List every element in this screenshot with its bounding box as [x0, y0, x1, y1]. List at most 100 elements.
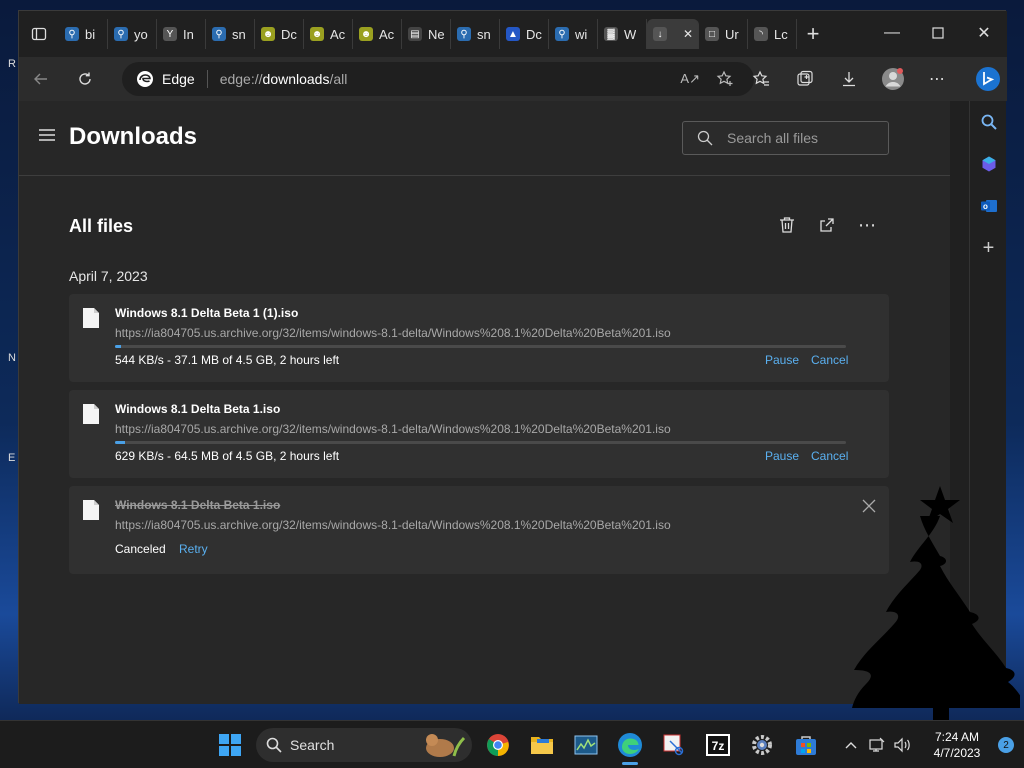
omnibox-actions: A↗: [680, 62, 734, 96]
browser-tab[interactable]: ☻ Ac: [353, 19, 402, 49]
hamburger-icon: [39, 129, 55, 141]
sidebar-outlook-button[interactable]: o: [970, 185, 1007, 227]
tab-actions-icon: [31, 27, 47, 41]
browser-tab[interactable]: ▲ Dc: [500, 19, 549, 49]
tab-label: Ac: [379, 26, 395, 42]
search-icon: [697, 130, 713, 146]
start-button[interactable]: [208, 723, 252, 767]
read-aloud-icon[interactable]: A↗: [680, 71, 700, 87]
menu-button[interactable]: [39, 128, 55, 147]
minimize-button[interactable]: —: [869, 11, 915, 55]
add-favorite-icon[interactable]: [716, 70, 734, 88]
monitor-app[interactable]: [564, 723, 608, 767]
new-tab-button[interactable]: +: [797, 19, 829, 49]
network-button[interactable]: [864, 721, 890, 768]
download-status: 544 KB/s - 37.1 MB of 4.5 GB, 2 hours le…: [115, 353, 340, 367]
snapchat-icon: ☻: [310, 27, 324, 41]
refresh-button[interactable]: [63, 57, 107, 101]
page-title: Downloads: [69, 123, 198, 150]
sidebar-tools-button[interactable]: [970, 143, 1007, 185]
tabs-list: ⚲bi⚲yoYIn⚲sn☻Dc☻Ac☻Ac▤Ne⚲sn▲Dc⚲wi▓W↓Nc✕□…: [59, 16, 797, 52]
sidebar-search-button[interactable]: [970, 101, 1007, 143]
download-item[interactable]: Windows 8.1 Delta Beta 1.iso https://ia8…: [69, 486, 889, 574]
browser-tab[interactable]: ↓Nc✕: [647, 19, 699, 49]
yahoo-icon: Y: [163, 27, 177, 41]
browser-tab[interactable]: ⚲ yo: [108, 19, 157, 49]
file-icon: [83, 308, 99, 328]
show-hidden-icons-button[interactable]: [838, 721, 864, 768]
site-label: Edge: [162, 71, 195, 87]
7zip-app[interactable]: 7z: [696, 723, 740, 767]
desktop-icon-label[interactable]: N: [8, 352, 16, 364]
browser-tab[interactable]: Y In: [157, 19, 206, 49]
browser-tab[interactable]: ▤ Ne: [402, 19, 451, 49]
tab-label: bi: [85, 26, 96, 42]
notification-badge[interactable]: 2: [998, 737, 1014, 753]
search-input[interactable]: [727, 130, 877, 146]
cancel-button[interactable]: Cancel: [811, 353, 848, 367]
loading-icon: ◝: [754, 27, 768, 41]
desktop-icon-label[interactable]: R: [8, 58, 16, 70]
browser-tab[interactable]: ☻ Ac: [304, 19, 353, 49]
close-tab-icon[interactable]: ✕: [683, 27, 693, 41]
volume-button[interactable]: [890, 721, 916, 768]
network-icon: [869, 737, 885, 752]
browser-tab[interactable]: ⚲ sn: [206, 19, 255, 49]
taskbar-search-label: Search: [290, 737, 335, 753]
collections-button[interactable]: [783, 57, 827, 101]
file-url: https://ia804705.us.archive.org/32/items…: [115, 326, 671, 340]
file-name[interactable]: Windows 8.1 Delta Beta 1.iso: [115, 402, 280, 416]
search-files-box[interactable]: [682, 121, 889, 155]
clock[interactable]: 7:24 AM 4/7/2023: [922, 729, 992, 761]
profile-button[interactable]: [871, 57, 915, 101]
search-icon: ⚲: [212, 27, 226, 41]
taskbar-search[interactable]: Search: [256, 728, 472, 762]
clear-all-button[interactable]: [775, 213, 799, 237]
cancel-button[interactable]: Cancel: [811, 449, 848, 463]
store-app[interactable]: [784, 723, 828, 767]
favorites-button[interactable]: [739, 57, 783, 101]
sidebar-add-button[interactable]: +: [970, 227, 1007, 269]
browser-tab[interactable]: ☻ Dc: [255, 19, 304, 49]
browser-tab[interactable]: ⚲ wi: [549, 19, 598, 49]
file-url: https://ia804705.us.archive.org/32/items…: [115, 518, 671, 532]
file-explorer-app[interactable]: [520, 723, 564, 767]
collections-icon: [797, 70, 813, 86]
download-item[interactable]: Windows 8.1 Delta Beta 1.iso https://ia8…: [69, 390, 889, 478]
address-input[interactable]: Edge edge://downloads/all A↗: [122, 62, 754, 96]
file-name[interactable]: Windows 8.1 Delta Beta 1 (1).iso: [115, 306, 298, 320]
download-item[interactable]: Windows 8.1 Delta Beta 1 (1).iso https:/…: [69, 294, 889, 382]
browser-tab[interactable]: ◝ Lc: [748, 19, 797, 49]
desktop-icon-label[interactable]: E: [8, 452, 15, 464]
browser-tab[interactable]: ⚲ sn: [451, 19, 500, 49]
clock-time: 7:24 AM: [934, 730, 980, 744]
pause-button[interactable]: Pause: [765, 353, 799, 367]
maximize-button[interactable]: [915, 11, 961, 55]
bing-chat-button[interactable]: [969, 57, 1006, 101]
tab-actions-button[interactable]: [19, 11, 59, 57]
more-options-button[interactable]: ⋯: [855, 213, 879, 237]
snipping-app[interactable]: [652, 723, 696, 767]
browser-tab[interactable]: ▓ W: [598, 19, 647, 49]
downloads-button[interactable]: [827, 57, 871, 101]
open-folder-button[interactable]: [815, 213, 839, 237]
back-button[interactable]: [19, 57, 63, 101]
chrome-app[interactable]: [476, 723, 520, 767]
download-icon: ↓: [653, 27, 667, 41]
search-icon: [981, 114, 997, 130]
close-window-button[interactable]: ✕: [961, 11, 1007, 55]
back-arrow-icon: [34, 73, 47, 85]
settings-more-button[interactable]: ⋯: [915, 57, 959, 101]
edge-app[interactable]: [608, 723, 652, 767]
tree-silhouette: [852, 486, 1020, 720]
active-app-indicator: [622, 762, 638, 765]
settings-app[interactable]: [740, 723, 784, 767]
svg-text:7z: 7z: [712, 739, 725, 753]
browser-tab[interactable]: ⚲ bi: [59, 19, 108, 49]
windows-start-icon: [219, 734, 241, 756]
file-icon: [83, 500, 99, 520]
pause-button[interactable]: Pause: [765, 449, 799, 463]
tab-label: sn: [477, 26, 491, 42]
retry-button[interactable]: Retry: [179, 542, 208, 556]
browser-tab[interactable]: □ Ur: [699, 19, 748, 49]
